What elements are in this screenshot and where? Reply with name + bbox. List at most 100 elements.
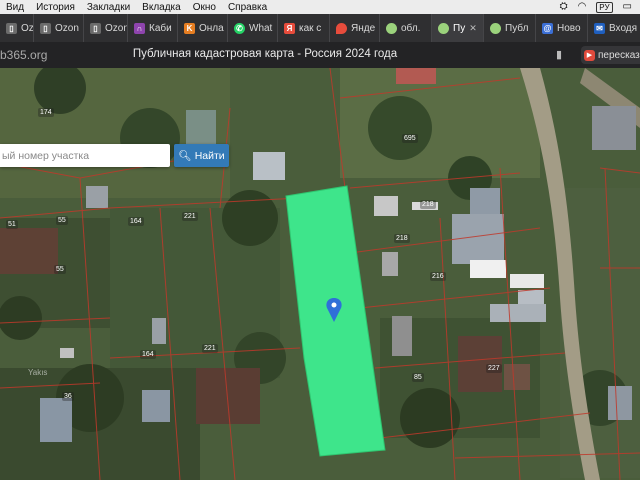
- tab-7[interactable]: Я как с: [278, 14, 330, 42]
- tab-1[interactable]: ▯ Ozon: [0, 14, 34, 42]
- search-icon: 🔍︎: [178, 150, 192, 162]
- parcel-number: 218: [394, 234, 410, 243]
- roof: [392, 316, 412, 356]
- control-icon[interactable]: ⛭: [560, 2, 568, 12]
- roof: [510, 274, 544, 288]
- maps-icon: [336, 22, 347, 34]
- tab-label: Онла: [199, 22, 224, 34]
- battery-icon[interactable]: ▭: [623, 2, 632, 12]
- roof: [592, 106, 636, 150]
- roof: [396, 68, 436, 84]
- globe-icon: [386, 22, 397, 34]
- tree-clump: [0, 296, 42, 340]
- tab-label: Ozon: [105, 22, 128, 34]
- menu-help[interactable]: Справка: [228, 2, 267, 13]
- roof: [40, 398, 72, 442]
- page-title: Публичная кадастровая карта - Россия 202…: [132, 48, 398, 60]
- k-icon: K: [184, 22, 195, 34]
- tab-4[interactable]: ∩ Каби: [128, 14, 178, 42]
- page-icon: ▯: [90, 22, 101, 34]
- tab-12[interactable]: @ Ново: [536, 14, 588, 42]
- parcel-number: 218: [420, 200, 436, 209]
- roof: [253, 152, 285, 180]
- parcel-number: 695: [402, 134, 418, 143]
- satellite-imagery: [0, 68, 640, 480]
- roof: [470, 260, 506, 278]
- parcel-number: 216: [430, 272, 446, 281]
- menu-history[interactable]: История: [36, 2, 75, 13]
- parcel-number: 85: [412, 373, 424, 382]
- roof: [504, 364, 530, 390]
- parcel-number: 227: [486, 364, 502, 373]
- tab-label: Входя: [609, 22, 638, 34]
- roof: [608, 386, 632, 420]
- mail-icon: ✉: [594, 22, 605, 34]
- menu-bookmarks[interactable]: Закладки: [87, 2, 130, 13]
- roof: [60, 348, 74, 358]
- menu-tab[interactable]: Вкладка: [142, 2, 181, 13]
- extension-icon: ▶: [584, 49, 595, 61]
- tab-label: как с: [299, 22, 322, 34]
- bookmark-icon[interactable]: ▮: [556, 48, 562, 61]
- close-tab-icon[interactable]: ✕: [469, 23, 477, 34]
- roof: [490, 304, 546, 322]
- retell-extension-button[interactable]: ▶ пересказ: [581, 46, 640, 64]
- cadastral-map[interactable]: 174 695 164 221 218 218 216 51 55 55 164…: [0, 68, 640, 480]
- tab-2[interactable]: ▯ Ozon: [34, 14, 84, 42]
- parcel-number: 36: [62, 392, 74, 401]
- tab-6[interactable]: ✆ What: [228, 14, 278, 42]
- page-icon: ▯: [6, 22, 17, 34]
- globe-icon: [438, 22, 449, 34]
- roof: [152, 318, 166, 344]
- cadastral-number-search-input[interactable]: [0, 144, 170, 167]
- tab-label: Ozon: [55, 22, 79, 34]
- parcel-number: 221: [202, 344, 218, 353]
- input-source-indicator[interactable]: РУ: [596, 1, 613, 13]
- whatsapp-icon: ✆: [234, 22, 245, 34]
- find-button[interactable]: 🔍︎ Найти: [174, 144, 229, 167]
- tab-label: What: [249, 22, 273, 34]
- tab-active[interactable]: Пу ✕: [432, 14, 484, 42]
- roof: [86, 186, 108, 208]
- tree-clump: [222, 190, 278, 246]
- page-icon: ▯: [40, 22, 51, 34]
- find-button-label: Найти: [194, 149, 225, 162]
- roof: [470, 188, 500, 218]
- tab-label: Каби: [149, 22, 172, 34]
- address-bar: b365.org Публичная кадастровая карта - Р…: [0, 42, 640, 68]
- parcel-number: 51: [6, 220, 18, 229]
- parcel-number: 164: [140, 350, 156, 359]
- tab-label: Пу: [453, 22, 466, 34]
- tab-13[interactable]: ✉ Входя: [588, 14, 640, 42]
- place-label: Yakıs: [28, 368, 48, 377]
- parcel-number: 55: [56, 216, 68, 225]
- tab-label: Янде: [351, 22, 376, 34]
- roof: [142, 390, 170, 422]
- roof: [0, 228, 58, 274]
- tree-clump: [368, 96, 432, 160]
- tab-label: Ozon: [21, 22, 34, 34]
- tab-label: обл.: [401, 22, 421, 34]
- menu-view[interactable]: Вид: [6, 2, 24, 13]
- tab-8[interactable]: Янде: [330, 14, 380, 42]
- tab-3[interactable]: ▯ Ozon: [84, 14, 128, 42]
- roof: [196, 368, 260, 424]
- tab-label: Публ: [505, 22, 529, 34]
- wifi-icon[interactable]: ◠: [578, 2, 587, 12]
- tab-11[interactable]: Публ: [484, 14, 536, 42]
- menu-bar: Вид История Закладки Вкладка Окно Справк…: [0, 0, 640, 14]
- yandex-icon: Я: [284, 22, 295, 34]
- at-icon: @: [542, 22, 553, 34]
- parcel-number: 55: [54, 265, 66, 274]
- app-icon: ∩: [134, 22, 145, 34]
- parcel-number: 174: [38, 108, 54, 117]
- parcel-number: 221: [182, 212, 198, 221]
- extension-label: пересказ: [598, 49, 640, 61]
- tab-label: Ново: [557, 22, 581, 34]
- roof: [382, 252, 398, 276]
- parcel-number: 164: [128, 217, 144, 226]
- roof: [374, 196, 398, 216]
- tab-5[interactable]: K Онла: [178, 14, 228, 42]
- menu-window[interactable]: Окно: [193, 2, 216, 13]
- tab-9[interactable]: обл.: [380, 14, 432, 42]
